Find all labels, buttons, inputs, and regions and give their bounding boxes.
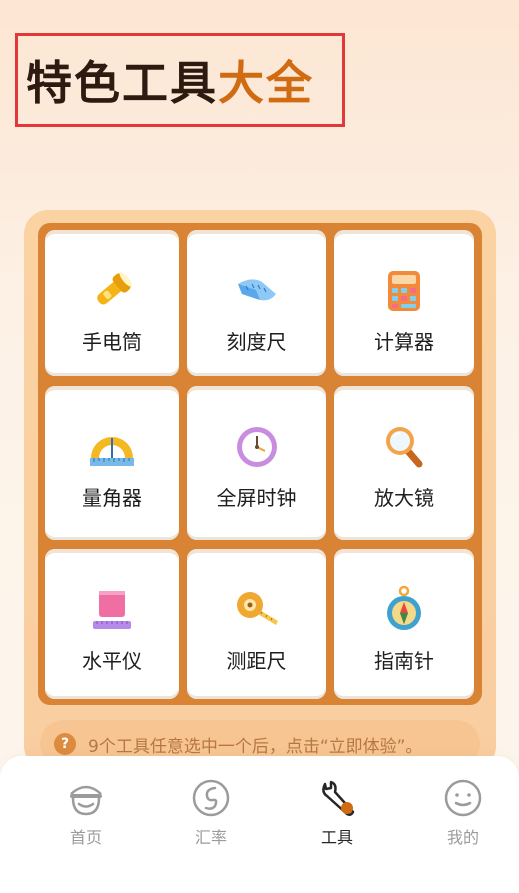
page-title-accent: 大全 bbox=[218, 56, 314, 110]
protractor-icon bbox=[90, 437, 134, 466]
tab-label: 我的 bbox=[446, 828, 479, 847]
tool-label: 刻度尺 bbox=[226, 330, 287, 354]
tool-label: 测距尺 bbox=[226, 649, 287, 673]
tab-label: 首页 bbox=[69, 828, 102, 847]
profile-smile-icon bbox=[444, 779, 482, 817]
tool-label: 指南针 bbox=[374, 649, 434, 673]
tool-label: 量角器 bbox=[82, 486, 142, 510]
magnifier-icon bbox=[386, 427, 423, 468]
tool-tile-compass[interactable]: 指南针 bbox=[334, 549, 474, 699]
tool-tile-clock[interactable]: 全屏时钟 bbox=[187, 386, 326, 540]
tool-label: 全屏时钟 bbox=[216, 486, 297, 510]
wrench-icon bbox=[322, 780, 355, 816]
page-title-main: 特色工具 bbox=[26, 56, 218, 110]
tab-exchange[interactable]: 汇率 bbox=[171, 778, 251, 848]
tool-tile-magnifier[interactable]: 放大镜 bbox=[334, 386, 474, 540]
bottom-tab-bar: 首页 汇率 工具 我的 bbox=[0, 756, 519, 893]
tool-tile-protractor[interactable]: 量角器 bbox=[45, 386, 179, 540]
question-icon: ? bbox=[54, 733, 76, 755]
tape-measure-icon bbox=[236, 592, 278, 625]
tab-label: 工具 bbox=[320, 828, 353, 847]
tool-label: 放大镜 bbox=[374, 486, 434, 510]
tab-profile[interactable]: 我的 bbox=[423, 778, 503, 848]
tab-label: 汇率 bbox=[194, 828, 227, 847]
exchange-rate-icon bbox=[192, 779, 230, 817]
ruler-tape-icon bbox=[237, 279, 276, 301]
tab-tools[interactable]: 工具 bbox=[297, 778, 377, 848]
clock-icon bbox=[236, 427, 277, 467]
compass-icon bbox=[387, 585, 421, 630]
page-title: 特色工具 大全 bbox=[15, 33, 345, 127]
hint-text: 9个工具任意选中一个后，点击“立即体验”。 bbox=[88, 736, 423, 757]
flashlight-icon bbox=[97, 272, 133, 305]
tool-tile-ruler[interactable]: 刻度尺 bbox=[187, 230, 326, 376]
tab-home[interactable]: 首页 bbox=[46, 778, 126, 848]
tool-label: 水平仪 bbox=[82, 649, 142, 673]
calculator-icon bbox=[388, 271, 420, 311]
tool-tile-level[interactable]: 水平仪 bbox=[45, 549, 179, 699]
tool-tile-flashlight[interactable]: 手电筒 bbox=[45, 230, 179, 376]
tool-tile-distance[interactable]: 测距尺 bbox=[187, 549, 326, 699]
home-face-icon bbox=[70, 785, 102, 816]
tool-tile-calculator[interactable]: 计算器 bbox=[334, 230, 474, 376]
level-cube-icon bbox=[93, 591, 131, 629]
tool-label: 手电筒 bbox=[82, 330, 142, 354]
tool-label: 计算器 bbox=[374, 330, 434, 354]
